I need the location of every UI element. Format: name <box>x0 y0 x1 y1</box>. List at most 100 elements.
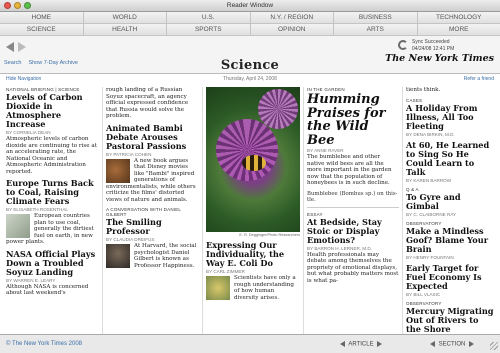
story-holiday-illness[interactable]: CASES A Holiday From Illness, All Too Fl… <box>406 98 496 137</box>
nav-health[interactable]: HEALTH <box>83 24 167 36</box>
story-byline: By CLAUDIA DREIFUS <box>106 237 155 242</box>
column-4: IN THE GARDEN Humming Praises for the Wi… <box>307 87 399 288</box>
story-nasa-soyuz[interactable]: NASA Official Plays Down a Troubled Soyu… <box>6 249 100 297</box>
photo-credit: E. R. Degginger/Photo Researchers <box>239 233 300 237</box>
minimize-window-button[interactable] <box>14 2 21 9</box>
sync-icon[interactable] <box>398 40 408 50</box>
story-smiling-professor[interactable]: A CONVERSATION WITH DANIEL GILBERT The S… <box>106 207 198 269</box>
story-headline[interactable]: Levels of Carbon Dioxide in Atmosphere I… <box>6 93 100 129</box>
story-headline[interactable]: Expressing Our Individuality, the Way E.… <box>206 241 300 268</box>
previous-section-icon[interactable] <box>430 341 435 347</box>
sync-time: 04/24/08 12:41 PM <box>412 45 455 52</box>
story-europe-coal[interactable]: Europe Turns Back to Coal, Raising Clima… <box>6 179 100 246</box>
column-1: NATIONAL BRIEFING | SCIENCE Levels of Ca… <box>6 87 100 301</box>
nav-technology[interactable]: TECHNOLOGY <box>417 12 500 24</box>
story-byline: By WARREN E. LEARY <box>6 277 56 283</box>
nav-opinion[interactable]: OPINION <box>250 24 334 36</box>
back-arrow-icon[interactable] <box>6 42 14 52</box>
story-nasa-soyuz-continued: rough landing of a Russian Soyuz spacecr… <box>106 87 198 120</box>
story-headline[interactable]: A Holiday From Illness, All Too Fleeting <box>406 103 496 131</box>
story-headline[interactable]: Animated Bambi Debate Arouses Pastoral P… <box>106 123 198 151</box>
nav-arts[interactable]: ARTS <box>334 24 418 36</box>
story-kicker: Q & A <box>406 186 419 192</box>
story-gyre-gimbal[interactable]: Q & A To Gyre and Gimbal By C. CLAIBORNE… <box>406 187 496 217</box>
close-window-button[interactable] <box>4 2 11 9</box>
nav-world[interactable]: WORLD <box>83 12 167 24</box>
story-kicker: OBSERVATORY <box>406 300 442 306</box>
story-sing-to-talk[interactable]: At 60, He Learned to Sing So He Could Le… <box>406 140 496 183</box>
photo-caption: Bumblebee (Bombus sp.) on this-tle. <box>307 191 399 208</box>
article-nav: ARTICLE <box>340 341 383 348</box>
story-summary: The bumblebee and other native wild bees… <box>307 154 392 186</box>
power-plant-thumbnail[interactable] <box>6 214 30 238</box>
story-kicker: CASES <box>406 97 423 103</box>
story-carbon-dioxide[interactable]: NATIONAL BRIEFING | SCIENCE Levels of Ca… <box>6 87 100 175</box>
window-title: Reader Window <box>226 2 274 9</box>
story-kicker: OBSERVATORY <box>406 220 442 226</box>
next-section-icon[interactable] <box>469 341 475 347</box>
story-summary-continued: rough landing of a Russian Soyuz spacecr… <box>106 87 189 119</box>
previous-article-icon[interactable] <box>340 341 345 347</box>
thistle-flower-image <box>258 89 298 129</box>
story-headline[interactable]: To Gyre and Gimbal <box>406 192 496 211</box>
story-kicker: ESSAY <box>307 211 323 217</box>
e-coli-thumbnail[interactable] <box>206 276 230 300</box>
story-bambi[interactable]: Animated Bambi Debate Arouses Pastoral P… <box>106 123 198 204</box>
story-headline[interactable]: At Bedside, Stay Stoic or Display Emotio… <box>307 217 399 245</box>
story-byline: By BILL VLASIC <box>406 291 441 297</box>
nav-business[interactable]: BUSINESS <box>334 12 418 24</box>
nyt-logo: The New York Times <box>385 53 494 64</box>
story-fuel-economy[interactable]: Early Target for Fuel Economy Is Expecte… <box>406 263 496 297</box>
section-nav: HOME WORLD U.S. N.Y. / REGION BUSINESS T… <box>0 12 500 36</box>
history-arrows <box>6 42 26 52</box>
nav-ny-region[interactable]: N.Y. / REGION <box>250 12 334 24</box>
story-summary: Health professionals may debate among th… <box>307 251 399 284</box>
story-bedside[interactable]: ESSAY At Bedside, Stay Stoic or Display … <box>307 212 399 285</box>
zoom-window-button[interactable] <box>24 2 31 9</box>
story-summary: Atmospheric levels of carbon dioxide are… <box>6 136 97 175</box>
story-e-coli[interactable]: Expressing Our Individuality, the Way E.… <box>206 241 300 301</box>
story-headline[interactable]: Europe Turns Back to Coal, Raising Clima… <box>6 179 100 206</box>
story-mindless-goof[interactable]: OBSERVATORY Make a Mindless Goof? Blame … <box>406 221 496 260</box>
refer-friend-link[interactable]: Refer a friend <box>464 76 494 82</box>
next-article-icon[interactable] <box>377 341 383 347</box>
sync-area: Sync Succeeded 04/24/08 12:41 PM The New… <box>385 39 494 69</box>
story-headline[interactable]: At 60, He Learned to Sing So He Could Le… <box>406 140 496 177</box>
story-kicker: A CONVERSATION WITH DANIEL GILBERT <box>106 207 181 217</box>
forward-arrow-icon[interactable] <box>18 42 26 52</box>
edition-date: Thursday, April 24, 2008 <box>223 76 277 82</box>
bambi-thumbnail[interactable] <box>106 158 130 183</box>
section-nav-footer: SECTION <box>430 341 475 348</box>
story-byline: By PATRICIA COHEN <box>106 151 152 157</box>
story-headline[interactable]: NASA Official Plays Down a Troubled Soyu… <box>6 249 100 277</box>
bumblebee-image <box>242 155 266 171</box>
column-divider <box>303 87 304 334</box>
resize-grip-icon[interactable] <box>490 342 498 350</box>
toolbar: Search Show 7-Day Archive Science Sync S… <box>0 36 500 74</box>
story-byline: By ELISABETH ROSENTHAL <box>6 207 68 212</box>
story-byline: By KAREN BARROW <box>406 177 452 183</box>
column-3: E. R. Degginger/Photo Researchers Expres… <box>206 87 300 305</box>
feature-wild-bee[interactable]: IN THE GARDEN Humming Praises for the Wi… <box>307 87 399 208</box>
bumblebee-photo[interactable] <box>206 87 300 232</box>
column-5: tients think. CASES A Holiday From Illne… <box>406 87 496 344</box>
story-byline: By HENRY FOUNTAIN <box>406 254 454 260</box>
professor-thumbnail[interactable] <box>106 244 130 268</box>
nav-home[interactable]: HOME <box>0 12 84 24</box>
thistle-flower-image <box>216 119 278 181</box>
story-headline[interactable]: The Smiling Professor <box>106 218 198 236</box>
section-nav-row-2: SCIENCE HEALTH SPORTS OPINION ARTS MORE <box>0 24 500 36</box>
window-controls <box>4 2 31 9</box>
nav-sports[interactable]: SPORTS <box>167 24 251 36</box>
story-headline[interactable]: Mercury Migrating Out of Rivers to the S… <box>406 306 496 334</box>
column-divider <box>202 87 203 334</box>
story-summary: Although NASA is concerned about last we… <box>6 283 89 297</box>
story-headline[interactable]: Make a Mindless Goof? Blame Your Brain <box>406 226 496 254</box>
nav-science[interactable]: SCIENCE <box>0 24 84 36</box>
page-content: Hide Navigation Thursday, April 24, 2008… <box>0 74 500 340</box>
story-bedside-continued: tients think. <box>406 87 496 94</box>
story-headline[interactable]: Early Target for Fuel Economy Is Expecte… <box>406 263 496 291</box>
nav-more[interactable]: MORE <box>417 24 500 36</box>
feature-headline[interactable]: Humming Praises for the Wild Bee <box>307 93 399 147</box>
nav-us[interactable]: U.S. <box>167 12 251 24</box>
